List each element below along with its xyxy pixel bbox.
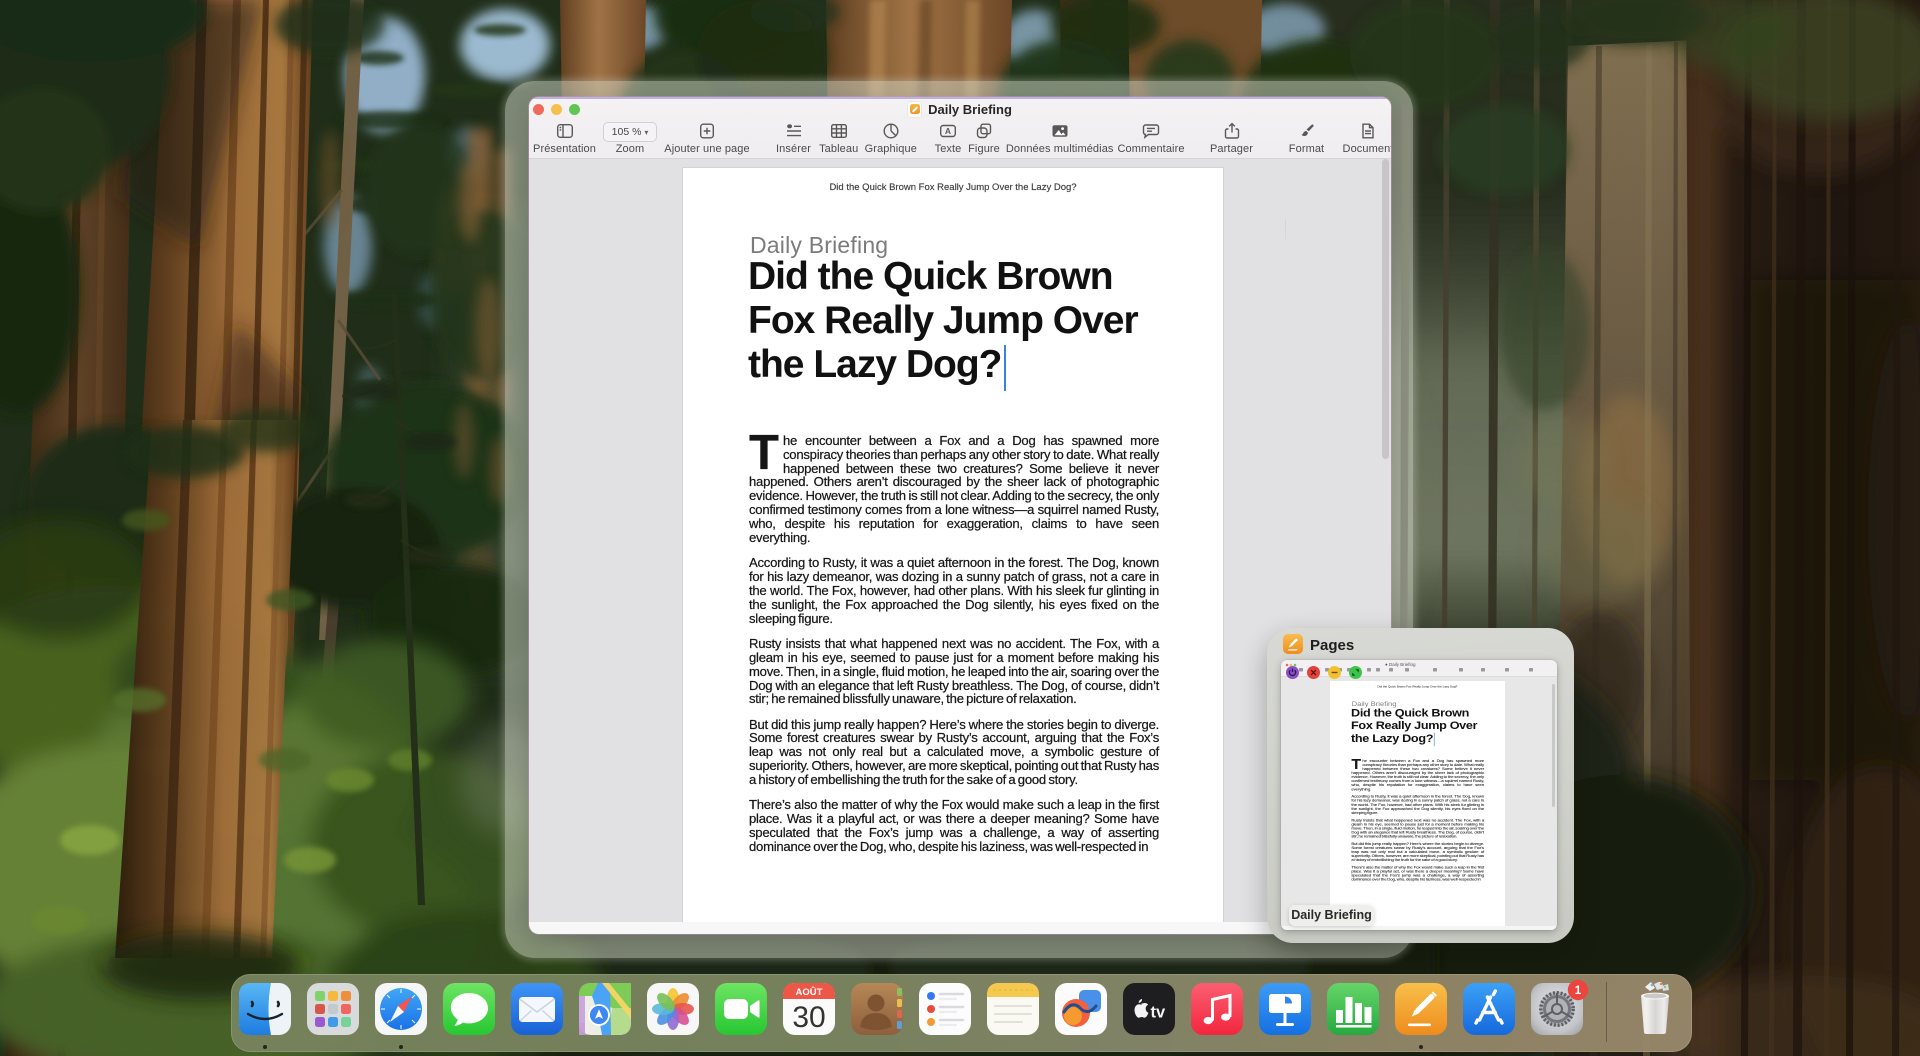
svg-text:AOÛT: AOÛT: [796, 986, 823, 998]
svg-text:tv: tv: [1151, 1004, 1166, 1022]
svg-text:30: 30: [792, 1001, 825, 1034]
svg-text:1: 1: [1575, 985, 1582, 997]
